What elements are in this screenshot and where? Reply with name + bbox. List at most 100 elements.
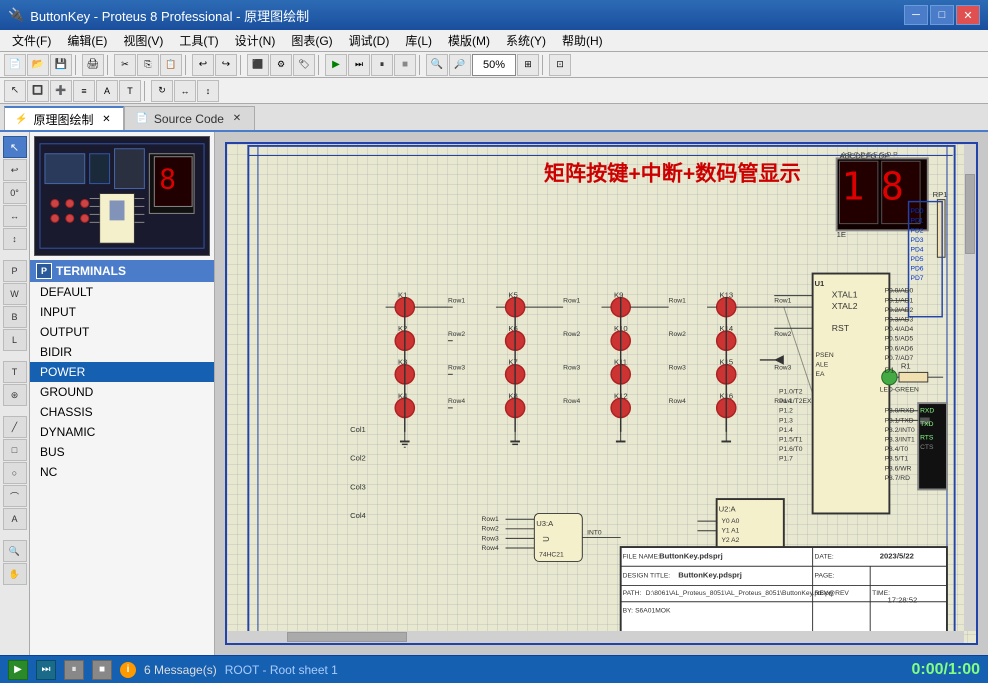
print-button[interactable]: 🖨 [82, 54, 104, 76]
svg-text:CTS: CTS [920, 444, 934, 451]
stop-button[interactable]: ■ [92, 660, 112, 680]
place-port[interactable]: ⊛ [3, 384, 27, 406]
menu-edit[interactable]: 编辑(E) [59, 30, 115, 51]
step-fwd-button[interactable]: ⏭ [36, 660, 56, 680]
terminal-chassis[interactable]: CHASSIS [30, 402, 214, 422]
terminal-output[interactable]: OUTPUT [30, 322, 214, 342]
schematic-canvas[interactable]: 矩阵按键+中断+数码管显示 ABCDEFG DP A B C D E F G D… [225, 142, 978, 645]
app-icon: 🔌 [8, 7, 24, 23]
draw-line[interactable]: ╱ [3, 416, 27, 438]
panel-header-icon: P [36, 263, 52, 279]
select-tool[interactable]: ↖ [3, 136, 27, 158]
menu-help[interactable]: 帮助(H) [554, 30, 611, 51]
zoom-in[interactable]: 🔍 [426, 54, 448, 76]
copy-button[interactable]: ⎘ [137, 54, 159, 76]
preview-area: 8 [34, 136, 210, 256]
pause-debug[interactable]: ⏸ [371, 54, 393, 76]
open-button[interactable]: 📂 [27, 54, 49, 76]
mirror-y[interactable]: ↕ [3, 228, 27, 250]
terminal-bidir[interactable]: BIDIR [30, 342, 214, 362]
zoom-out[interactable]: 🔎 [449, 54, 471, 76]
pause-button[interactable]: ⏸ [64, 660, 84, 680]
svg-text:RTS: RTS [920, 435, 934, 442]
rotate-btn[interactable]: ↻ [151, 80, 173, 102]
place-label[interactable]: L [3, 329, 27, 351]
menu-graph[interactable]: 图表(G) [283, 30, 340, 51]
wire-tool[interactable]: ➕ [50, 80, 72, 102]
menu-view[interactable]: 视图(V) [115, 30, 171, 51]
terminal-default[interactable]: DEFAULT [30, 282, 214, 302]
canvas-area[interactable]: 矩阵按键+中断+数码管显示 ABCDEFG DP A B C D E F G D… [215, 132, 988, 655]
toolbar-sep-5 [318, 55, 322, 75]
terminal-bus[interactable]: BUS [30, 442, 214, 462]
bus-tool[interactable]: ≡ [73, 80, 95, 102]
cut-button[interactable]: ✂ [114, 54, 136, 76]
zoom-level[interactable]: 50% [472, 54, 516, 76]
terminal-input[interactable]: INPUT [30, 302, 214, 322]
menu-template[interactable]: 模版(M) [440, 30, 498, 51]
scrollbar-horizontal[interactable] [227, 631, 964, 643]
component-mode[interactable]: ↩ [3, 159, 27, 181]
undo-button[interactable]: ↩ [192, 54, 214, 76]
menu-debug[interactable]: 调试(D) [341, 30, 398, 51]
scrollbar-v-thumb[interactable] [965, 174, 975, 254]
menu-system[interactable]: 系统(Y) [498, 30, 554, 51]
draw-circle[interactable]: ○ [3, 462, 27, 484]
new-button[interactable]: 📄 [4, 54, 26, 76]
save-button[interactable]: 💾 [50, 54, 72, 76]
menu-tools[interactable]: 工具(T) [171, 30, 226, 51]
panel-header-label: TERMINALS [56, 264, 126, 278]
svg-text:K3: K3 [398, 358, 407, 367]
tab-schematic-close[interactable]: ✕ [99, 112, 113, 126]
pointer-tool[interactable]: ↖ [4, 80, 26, 102]
label-tool[interactable]: A [96, 80, 118, 102]
minimize-button[interactable]: ─ [904, 5, 928, 25]
svg-text:RP1: RP1 [933, 190, 948, 199]
terminal-nc[interactable]: NC [30, 462, 214, 482]
terminal-power[interactable]: POWER [30, 362, 214, 382]
svg-text:D1: D1 [885, 365, 895, 374]
toolbar-sep-2 [107, 55, 111, 75]
redo-button[interactable]: ↪ [215, 54, 237, 76]
paste-button[interactable]: 📋 [160, 54, 182, 76]
scrollbar-h-thumb[interactable] [287, 632, 407, 642]
place-component[interactable]: P [3, 260, 27, 282]
play-button[interactable]: ▶ [8, 660, 28, 680]
step-debug[interactable]: ⏭ [348, 54, 370, 76]
svg-text:ALE: ALE [815, 362, 828, 369]
fit-btn[interactable]: ⊞ [517, 54, 539, 76]
close-button[interactable]: ✕ [956, 5, 980, 25]
menu-design[interactable]: 设计(N) [227, 30, 284, 51]
menu-file[interactable]: 文件(F) [4, 30, 59, 51]
flip-h-btn[interactable]: ↔ [174, 80, 196, 102]
text-tool[interactable]: T [119, 80, 141, 102]
mirror-x[interactable]: ↔ [3, 205, 27, 227]
maximize-button[interactable]: □ [930, 5, 954, 25]
rotate-90[interactable]: 0° [3, 182, 27, 204]
grid-btn[interactable]: ⊡ [549, 54, 571, 76]
draw-arc[interactable]: ⌒ [3, 485, 27, 507]
place-text[interactable]: A [3, 508, 27, 530]
draw-rect[interactable]: □ [3, 439, 27, 461]
flip-v-btn[interactable]: ↕ [197, 80, 219, 102]
properties-btn[interactable]: ⚙ [270, 54, 292, 76]
place-wire[interactable]: W [3, 283, 27, 305]
place-terminal[interactable]: T [3, 361, 27, 383]
pan-tool[interactable]: ✋ [3, 563, 27, 585]
tag-btn[interactable]: 🏷 [293, 54, 315, 76]
toolbar-sep-4 [240, 55, 244, 75]
block-select[interactable]: ⬛ [247, 54, 269, 76]
place-bus[interactable]: B [3, 306, 27, 328]
tab-source-code[interactable]: 📄 Source Code ✕ [124, 106, 255, 130]
scrollbar-vertical[interactable] [964, 144, 976, 631]
tab-schematic[interactable]: ⚡ 原理图绘制 ✕ [4, 106, 124, 130]
menu-library[interactable]: 库(L) [397, 30, 440, 51]
component-tool[interactable]: 🔲 [27, 80, 49, 102]
terminal-dynamic[interactable]: DYNAMIC [30, 422, 214, 442]
tab-source-close[interactable]: ✕ [230, 112, 244, 126]
svg-text:Row1: Row1 [563, 297, 580, 304]
zoom-tool[interactable]: 🔍 [3, 540, 27, 562]
play-debug[interactable]: ▶ [325, 54, 347, 76]
stop-debug[interactable]: ■ [394, 54, 416, 76]
terminal-ground[interactable]: GROUND [30, 382, 214, 402]
